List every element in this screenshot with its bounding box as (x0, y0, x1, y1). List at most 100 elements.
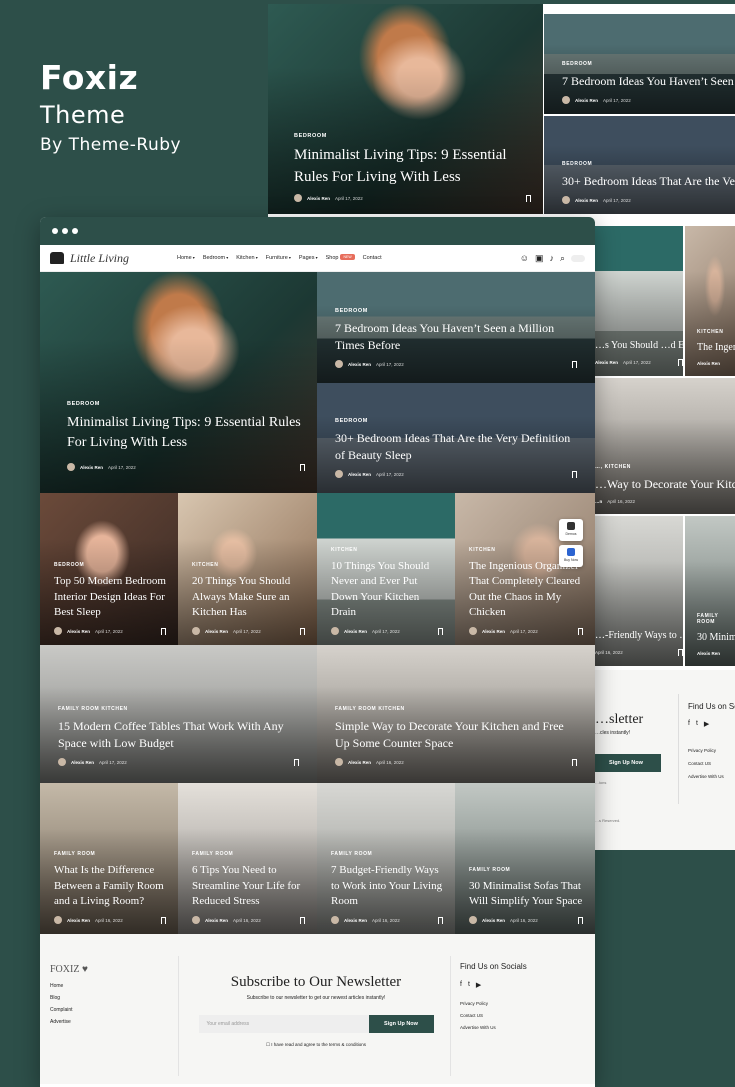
post-title[interactable]: 30+ Bedroom Ideas That Are the Very Defi… (562, 173, 735, 190)
post-card[interactable]: FAMILY ROOM 30 Minimalist Sofas That Will… (455, 783, 595, 934)
back-post-4[interactable]: …s You Should …d Ever Put Down …chen Dra… (595, 226, 683, 376)
post-card[interactable]: FAMILY ROOM KITCHEN Simple Way to Decorat… (317, 645, 595, 783)
bookmark-icon[interactable] (300, 627, 305, 635)
post-title[interactable]: 20 Things You Should Always Make Sure an… (192, 574, 305, 621)
bookmark-icon[interactable] (572, 758, 577, 766)
post-card[interactable]: BEDROOM 7 Bedroom Ideas You Haven’t Seen… (317, 272, 595, 383)
post-title[interactable]: …-Friendly Ways to …o Your Living (595, 629, 683, 643)
category-label[interactable]: BEDROOM (562, 61, 735, 67)
footer-link-home[interactable]: Home (50, 983, 88, 989)
author-name[interactable]: Alexis Ren (348, 472, 371, 477)
footer-link-contact[interactable]: Contact US (460, 1013, 527, 1018)
post-title[interactable]: 7 Bedroom Ideas You Haven’t Seen a Milli… (335, 320, 577, 354)
window-dot-icon[interactable] (52, 228, 58, 234)
facebook-icon[interactable]: f (688, 720, 690, 728)
youtube-icon[interactable]: ▶ (704, 720, 709, 728)
bookmark-icon[interactable] (572, 470, 577, 478)
menu-contact[interactable]: Contact (363, 255, 382, 261)
category-label[interactable]: BEDROOM (54, 562, 166, 568)
author-name[interactable]: Alexis Ren (697, 651, 720, 656)
category-label[interactable]: KITCHEN (697, 329, 735, 335)
terms-checkbox[interactable]: ☐ I have read and agree to the terms & c… (196, 1042, 436, 1048)
bookmark-icon[interactable] (438, 916, 443, 924)
bookmark-icon[interactable] (572, 360, 577, 368)
search-icon[interactable]: ⌕ (560, 253, 565, 264)
author-name[interactable]: Alexis Ren (348, 362, 371, 367)
youtube-icon[interactable]: ▶ (476, 981, 481, 989)
bookmark-icon[interactable] (161, 627, 166, 635)
post-card[interactable]: BEDROOM 30+ Bedroom Ideas That Are the V… (317, 383, 595, 493)
post-title[interactable]: What Is the Difference Between a Family … (54, 863, 166, 910)
category-label[interactable]: FAMILY ROOM KITCHEN (58, 706, 299, 712)
cart-icon[interactable]: ▣ (535, 253, 544, 264)
menu-furniture[interactable]: Furniture (266, 255, 291, 261)
author-name[interactable]: Alexis Ren (575, 98, 598, 103)
post-card[interactable]: FAMILY ROOM What Is the Difference Betwee… (40, 783, 178, 934)
bookmark-icon[interactable] (678, 649, 683, 656)
post-title[interactable]: 7 Bedroom Ideas You Haven’t Seen a Milli… (562, 73, 735, 90)
footer-link-advertise[interactable]: Advertise (50, 1019, 88, 1025)
author-name[interactable]: Alexis Ren (348, 760, 371, 765)
category-label[interactable]: BEDROOM (67, 401, 305, 407)
bookmark-icon[interactable] (294, 758, 299, 766)
post-title[interactable]: 6 Tips You Need to Streamline Your Life … (192, 863, 305, 910)
bookmark-icon[interactable] (578, 627, 583, 635)
menu-pages[interactable]: Pages (299, 255, 318, 261)
post-title[interactable]: 10 Things You Should Never and Ever Put … (331, 559, 443, 621)
post-title[interactable]: 30 Minimalist Sofas That Will Simplify Y… (697, 631, 735, 645)
bookmark-icon[interactable] (526, 194, 531, 202)
window-dot-icon[interactable] (62, 228, 68, 234)
post-title[interactable]: 7 Budget-Friendly Ways to Work into Your… (331, 863, 443, 910)
category-label[interactable]: FAMILY ROOM (54, 851, 166, 857)
footer-link-complaint[interactable]: Complaint (50, 1007, 88, 1013)
post-title[interactable]: 30 Minimalist Sofas That Will Simplify Y… (469, 879, 583, 910)
back-post-2[interactable]: BEDROOM 7 Bedroom Ideas You Haven’t Seen… (544, 14, 735, 114)
post-card[interactable]: KITCHEN 10 Things You Should Never and Ev… (317, 493, 455, 645)
post-title[interactable]: 15 Modern Coffee Tables That Work With A… (58, 718, 299, 752)
author-name[interactable]: Alexis Ren (67, 629, 90, 634)
post-card[interactable]: KITCHEN 20 Things You Should Always Make … (178, 493, 317, 645)
twitter-icon[interactable]: t (696, 720, 698, 728)
post-title[interactable]: 30+ Bedroom Ideas That Are the Very Defi… (335, 430, 577, 464)
author-name[interactable]: Alexis Ren (482, 629, 505, 634)
window-dot-icon[interactable] (72, 228, 78, 234)
author-name[interactable]: Alexis Ren (575, 198, 598, 203)
bookmark-icon[interactable] (161, 916, 166, 924)
menu-bedroom[interactable]: Bedroom (203, 255, 228, 261)
post-title[interactable]: Simple Way to Decorate Your Kitchen and … (335, 718, 577, 752)
category-label[interactable]: FAMILY ROOM (331, 851, 443, 857)
bookmark-icon[interactable] (300, 463, 305, 471)
bookmark-icon[interactable] (438, 627, 443, 635)
signup-button[interactable]: Sign Up Now (595, 754, 661, 772)
author-name[interactable]: Alexis Ren (80, 465, 103, 470)
author-name[interactable]: Alexis Ren (344, 918, 367, 923)
post-title[interactable]: Minimalist Living Tips: 9 Essential Rule… (67, 413, 305, 453)
category-label[interactable]: KITCHEN (192, 562, 305, 568)
footer-link-privacy[interactable]: Privacy Policy (460, 1001, 527, 1006)
author-name[interactable]: Alexis Ren (71, 760, 94, 765)
facebook-icon[interactable]: f (460, 981, 462, 989)
user-icon[interactable]: ☺ (520, 253, 529, 263)
category-label[interactable]: FAMILY ROOM (697, 613, 735, 625)
post-title[interactable]: …Way to Decorate Your Kitchen and Free U… (595, 476, 735, 493)
bookmark-icon[interactable] (300, 916, 305, 924)
footer-link[interactable]: Privacy Policy (688, 744, 724, 757)
author-name[interactable]: Alexis Ren (307, 196, 330, 201)
category-label[interactable]: …, KITCHEN (595, 464, 735, 470)
post-title[interactable]: Top 50 Modern Bedroom Interior Design Id… (54, 574, 166, 621)
bookmark-icon[interactable] (578, 916, 583, 924)
category-label[interactable]: FAMILY ROOM KITCHEN (335, 706, 577, 712)
footer-link-blog[interactable]: Blog (50, 995, 88, 1001)
dark-mode-toggle[interactable] (571, 254, 585, 262)
post-card[interactable]: FAMILY ROOM 7 Budget-Friendly Ways to Wor… (317, 783, 455, 934)
author-name[interactable]: Alexis Ren (482, 918, 505, 923)
demos-button[interactable]: Demos (559, 519, 583, 541)
author-name[interactable]: Alexis Ren (67, 918, 90, 923)
twitter-icon[interactable]: t (468, 981, 470, 989)
footer-logo[interactable]: FOXIZ ♥ (50, 964, 88, 975)
category-label[interactable]: KITCHEN (331, 547, 443, 553)
bell-icon[interactable]: ♪ (549, 253, 554, 263)
footer-link[interactable]: Advertise With Us (688, 770, 724, 783)
category-label[interactable]: FAMILY ROOM (469, 867, 583, 873)
category-label[interactable]: BEDROOM (335, 418, 577, 424)
